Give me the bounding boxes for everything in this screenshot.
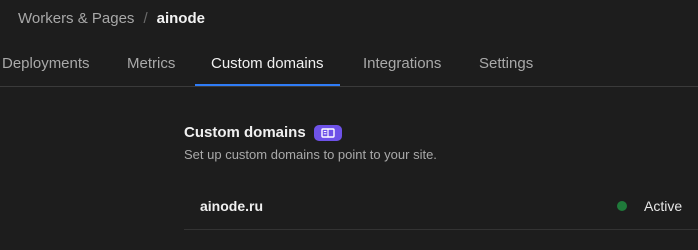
status-label: Active xyxy=(644,198,683,214)
tab-deployments[interactable]: Deployments xyxy=(2,44,90,85)
breadcrumb: Workers & Pages / ainode xyxy=(18,10,205,27)
docs-badge-button[interactable] xyxy=(313,124,342,141)
domain-name[interactable]: ainode.ru xyxy=(200,198,263,214)
book-icon xyxy=(320,127,335,138)
breadcrumb-parent-link[interactable]: Workers & Pages xyxy=(18,10,134,27)
tab-custom-domains[interactable]: Custom domains xyxy=(195,44,340,86)
domain-row[interactable]: ainode.ru Active xyxy=(184,183,698,230)
tab-metrics[interactable]: Metrics xyxy=(127,44,175,85)
breadcrumb-current: ainode xyxy=(156,10,205,27)
status-dot-icon xyxy=(617,201,627,211)
section-subtitle: Set up custom domains to point to your s… xyxy=(184,147,437,162)
section-title: Custom domains xyxy=(184,124,306,141)
tab-bar: Deployments Metrics Custom domains Integ… xyxy=(0,44,698,87)
tab-settings[interactable]: Settings xyxy=(479,44,533,85)
domain-status: Active xyxy=(617,198,682,214)
section-header: Custom domains xyxy=(184,124,342,141)
breadcrumb-separator: / xyxy=(143,10,148,27)
tab-integrations[interactable]: Integrations xyxy=(363,44,441,85)
